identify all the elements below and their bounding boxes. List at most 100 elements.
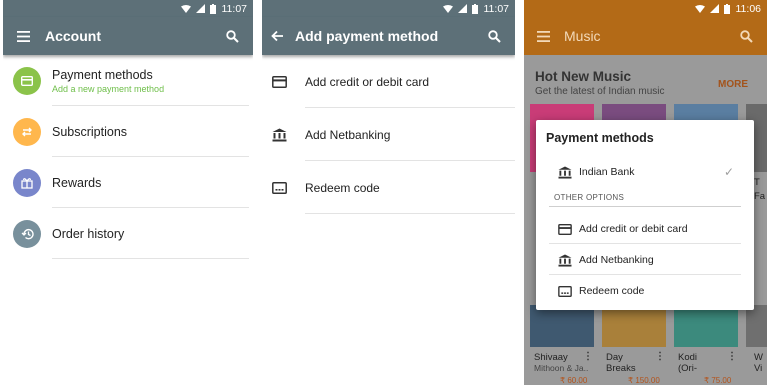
wifi-icon — [180, 4, 191, 13]
dialog-option-add-netbanking[interactable]: Add Netbanking — [536, 245, 754, 275]
history-icon — [21, 228, 34, 239]
page-title: Add payment method — [295, 28, 439, 44]
partial-text: T — [754, 177, 760, 188]
gift-icon — [21, 177, 33, 189]
divider — [549, 274, 741, 275]
album-cover[interactable] — [746, 305, 767, 347]
overflow-menu-icon[interactable]: ⋮ — [727, 351, 737, 362]
signal-icon — [457, 4, 467, 13]
album-artist: Breaks — [606, 363, 636, 374]
payment-options-list: Add credit or debit card Add Netbanking … — [262, 55, 515, 214]
wifi-icon — [442, 4, 453, 13]
account-item-subtitle: Add a new payment method — [52, 83, 165, 94]
status-bar: 11:07 — [3, 0, 253, 17]
account-item-label: Subscriptions — [52, 124, 128, 139]
card-icon — [558, 223, 572, 235]
account-screen: 11:07 Account Payment methods Add a new … — [3, 0, 253, 385]
status-bar: 11:07 — [262, 0, 515, 17]
page-title: Music — [564, 28, 601, 44]
search-button[interactable] — [215, 17, 249, 55]
status-time: 11:07 — [221, 2, 248, 15]
search-button[interactable] — [477, 17, 511, 55]
battery-icon — [471, 3, 478, 14]
other-options-header: OTHER OPTIONS — [554, 193, 625, 202]
hamburger-icon — [536, 30, 550, 42]
divider — [549, 206, 741, 207]
redeem-code-item[interactable]: Redeem code — [262, 161, 515, 214]
signal-icon — [709, 4, 719, 13]
dialog-title: Payment methods — [546, 131, 654, 145]
app-bar: Music — [524, 17, 767, 55]
overflow-menu-icon[interactable]: ⋮ — [655, 351, 665, 362]
account-item-order-history[interactable]: Order history — [3, 208, 253, 259]
album-title: W — [754, 352, 763, 363]
status-time: 11:07 — [483, 2, 510, 15]
album-artist: Mithoon & Ja.. — [534, 363, 589, 373]
add-card-item[interactable]: Add credit or debit card — [262, 55, 515, 108]
music-screen: 11:06 Music Hot New Music Get the latest… — [524, 0, 767, 385]
page-title: Account — [45, 28, 101, 44]
section-title: Hot New Music — [535, 69, 632, 84]
dialog-option-label: Add credit or debit card — [579, 223, 688, 235]
menu-button[interactable] — [6, 17, 40, 55]
dialog-option-add-card[interactable]: Add credit or debit card — [536, 214, 754, 244]
payment-methods-dialog: Payment methods Indian Bank ✓ OTHER OPTI… — [536, 120, 754, 310]
status-bar: 11:06 — [524, 0, 767, 17]
add-card-label: Add credit or debit card — [305, 74, 430, 89]
hamburger-icon — [16, 30, 30, 42]
album-price[interactable]: ₹ 150.00 — [628, 376, 660, 385]
album-artist: Vi — [754, 363, 763, 374]
account-item-payment-methods[interactable]: Payment methods Add a new payment method — [3, 55, 253, 106]
divider — [52, 258, 249, 259]
account-item-label: Rewards — [52, 175, 102, 190]
section-subtitle: Get the latest of Indian music — [535, 86, 665, 97]
add-netbanking-item[interactable]: Add Netbanking — [262, 108, 515, 161]
search-button[interactable] — [729, 17, 763, 55]
back-button[interactable] — [262, 17, 294, 55]
album-price[interactable]: ₹ 75.00 — [704, 376, 731, 385]
subscriptions-badge — [13, 117, 41, 146]
refresh-icon — [22, 127, 32, 136]
album-title: Shivaay — [534, 352, 568, 363]
bank-icon — [558, 253, 572, 267]
album-artist: (Ori- — [678, 363, 697, 374]
account-item-rewards[interactable]: Rewards — [3, 157, 253, 208]
album-cover[interactable] — [530, 305, 594, 347]
album-title: Kodi — [678, 352, 698, 363]
search-icon — [225, 29, 239, 43]
dialog-option-indian-bank[interactable]: Indian Bank ✓ — [536, 157, 754, 187]
album-cover[interactable] — [674, 305, 738, 347]
account-item-subscriptions[interactable]: Subscriptions — [3, 106, 253, 157]
rewards-badge — [13, 168, 41, 197]
overflow-menu-icon[interactable]: ⋮ — [583, 351, 593, 362]
dialog-option-label: Add Netbanking — [579, 254, 654, 266]
dialog-option-label: Indian Bank — [579, 166, 635, 178]
divider — [305, 213, 515, 214]
signal-icon — [195, 4, 205, 13]
menu-button[interactable] — [526, 17, 560, 55]
redeem-icon — [558, 285, 572, 297]
battery-icon — [723, 3, 730, 14]
dialog-option-label: Redeem code — [579, 285, 645, 297]
account-menu: Payment methods Add a new payment method… — [3, 55, 253, 259]
card-icon — [271, 75, 287, 88]
check-icon: ✓ — [723, 165, 734, 179]
account-item-label: Payment methods — [52, 67, 153, 82]
album-cover[interactable] — [602, 305, 666, 347]
app-bar: Add payment method — [262, 17, 515, 55]
divider — [549, 243, 741, 244]
card-icon — [21, 75, 33, 86]
back-arrow-icon — [270, 30, 283, 42]
redeem-icon — [271, 181, 287, 194]
more-button[interactable]: MORE — [718, 79, 748, 90]
add-netbanking-label: Add Netbanking — [305, 127, 391, 142]
battery-icon — [209, 3, 216, 14]
search-icon — [487, 29, 501, 43]
dialog-option-redeem-code[interactable]: Redeem code — [536, 276, 754, 306]
bank-icon — [272, 128, 286, 141]
search-icon — [739, 29, 753, 43]
wifi-icon — [694, 4, 705, 13]
redeem-code-label: Redeem code — [305, 180, 380, 195]
page: 11:07 Account Payment methods Add a new … — [0, 0, 770, 385]
album-price[interactable]: ₹ 60.00 — [560, 376, 587, 385]
